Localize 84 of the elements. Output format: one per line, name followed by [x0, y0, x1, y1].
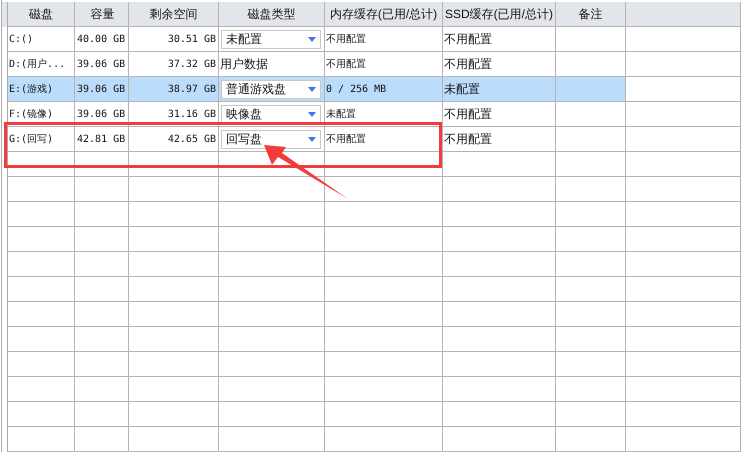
table-cell: 38.97 GB: [168, 84, 216, 94]
empty-cell: [556, 377, 626, 402]
empty-cell: [556, 202, 626, 227]
table-cell: 不用配置: [444, 30, 492, 48]
table-cell-text: 不用配置: [326, 132, 366, 146]
empty-cell: [75, 352, 129, 377]
empty-cell: [75, 152, 129, 177]
empty-cell: [556, 352, 626, 377]
empty-cell: [8, 427, 75, 452]
disk-type-dropdown[interactable]: 回写盘: [221, 130, 321, 148]
empty-cell: [556, 327, 626, 352]
table-cell: 不用配置: [444, 106, 492, 122]
table-cell: 30.51 GB: [168, 34, 216, 44]
table-cell: 39.06 GB: [77, 108, 126, 120]
column-header[interactable]: 容量: [75, 2, 129, 27]
empty-cell: [556, 402, 626, 427]
caret-icon: [308, 112, 316, 116]
column-header[interactable]: 磁盘类型: [219, 2, 325, 27]
table-cell: 不用配置: [444, 56, 492, 72]
empty-cell: [8, 302, 75, 327]
empty-cell: [75, 377, 129, 402]
table-cell-text: G:(回写): [9, 133, 54, 146]
empty-cell: [556, 427, 626, 452]
table-cell-text: E:(游戏): [9, 82, 54, 96]
empty-cell: [75, 177, 129, 202]
empty-cell: [75, 252, 129, 277]
column-header[interactable]: 内存缓存(已用/总计): [325, 2, 443, 27]
disk-type-dropdown[interactable]: 映像盘: [221, 104, 321, 124]
table-cell: 42.81 GB: [77, 134, 126, 144]
empty-cell: [8, 252, 75, 277]
empty-cell: [75, 427, 129, 452]
table-cell: 39.06 GB: [77, 84, 126, 94]
empty-cell: [75, 202, 129, 227]
empty-cell: [8, 327, 75, 352]
table-cell: 40.00 GB: [77, 34, 126, 44]
column-header[interactable]: 备注: [556, 2, 626, 27]
caret-icon: [308, 36, 316, 42]
empty-cell: [8, 277, 75, 302]
empty-cell: [75, 402, 129, 427]
empty-cell: [8, 352, 75, 377]
table-cell-text: 未配置: [326, 108, 356, 121]
table-cell: 42.65 GB: [168, 134, 216, 144]
column-header[interactable]: SSD缓存(已用/总计): [443, 2, 556, 27]
table-cell: 不用配置: [444, 130, 492, 148]
empty-cell: [8, 202, 75, 227]
empty-cell: [556, 152, 626, 177]
column-header[interactable]: 磁盘: [8, 2, 75, 27]
empty-cell: [8, 152, 75, 177]
empty-cell: [8, 377, 75, 402]
empty-cell: [75, 327, 129, 352]
column-header[interactable]: 剩余空间: [129, 2, 219, 27]
empty-cell: [556, 27, 626, 52]
table-row[interactable]: E:(游戏) 39.06 GB 38.97 GB 普通游戏盘 0 / 256 MB 未配置: [2, 77, 741, 102]
empty-cell: [75, 277, 129, 302]
table-cell: 未配置: [444, 80, 480, 98]
caret-icon: [308, 136, 316, 142]
table-cell: 39.06 GB: [77, 58, 126, 70]
empty-cell: [556, 102, 626, 127]
table-cell: 31.16 GB: [168, 108, 216, 120]
empty-cell: [556, 127, 626, 152]
empty-cell: [556, 227, 626, 252]
table-cell: C:(): [9, 34, 34, 44]
empty-cell: [556, 302, 626, 327]
table-cell: 用户数据: [220, 56, 268, 72]
empty-cell: [8, 177, 75, 202]
table-row[interactable]: G:(回写) 42.81 GB 42.65 GB 回写盘 不用配置 不用配置: [2, 127, 741, 152]
table-cell-text: 不用配置: [326, 58, 366, 71]
disk-type-dropdown[interactable]: 普通游戏盘: [221, 80, 321, 98]
table-row[interactable]: F:(镜像) 39.06 GB 31.16 GB 映像盘 未配置 不用配置: [2, 102, 741, 127]
table-cell: 0 / 256 MB: [326, 84, 386, 94]
disk-type-dropdown[interactable]: 未配置: [221, 30, 321, 48]
empty-cell: [556, 177, 626, 202]
table-cell-text: 不用配置: [326, 32, 366, 46]
caret-icon: [308, 86, 316, 92]
table-cell: 37.32 GB: [168, 58, 216, 70]
empty-cell: [75, 227, 129, 252]
table-row[interactable]: C:() 40.00 GB 30.51 GB 未配置 不用配置 不用配置: [2, 27, 741, 52]
empty-cell: [8, 402, 75, 427]
empty-cell: [75, 302, 129, 327]
empty-cell: [556, 252, 626, 277]
empty-cell: [8, 227, 75, 252]
table-cell-text: F:(镜像): [9, 108, 54, 121]
empty-cell: [556, 277, 626, 302]
table-cell-text: D:(用户...: [9, 58, 66, 71]
